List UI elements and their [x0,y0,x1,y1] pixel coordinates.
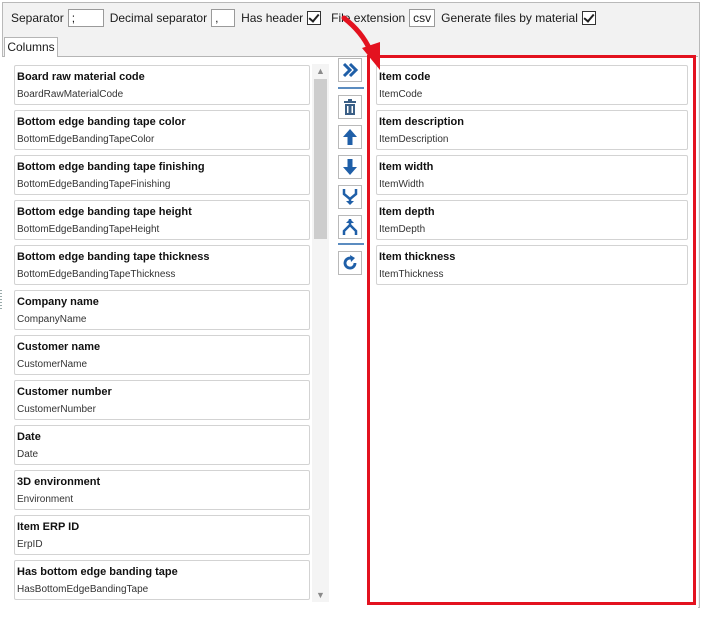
decimal-separator-label: Decimal separator [109,11,208,25]
column-title: Board raw material code [17,71,145,83]
available-column-item[interactable]: Bottom edge banding tape finishing Bottom… [14,155,310,195]
merge-button[interactable] [338,185,362,209]
selected-column-item[interactable]: Item width ItemWidth [376,155,688,195]
actions-separator [338,87,364,89]
available-column-item[interactable]: Bottom edge banding tape color BottomEdge… [14,110,310,150]
column-title: Item thickness [379,251,456,263]
column-title: Item ERP ID [17,521,80,533]
column-field-name: CustomerNumber [17,404,96,415]
column-title: 3D environment [17,476,101,488]
column-field-name: ItemThickness [379,269,444,280]
split-icon [342,219,358,235]
column-field-name: HasBottomEdgeBandingTape [17,584,149,595]
selected-column-item[interactable]: Item description ItemDescription [376,110,688,150]
generate-by-material-checkbox[interactable] [581,11,596,25]
generate-by-material-label: Generate files by material [441,11,578,25]
refresh-icon [343,255,357,270]
available-column-item[interactable]: Bottom edge banding tape height BottomEdg… [14,200,310,240]
scroll-up-icon[interactable]: ▲ [312,64,329,78]
column-field-name: ItemCode [379,89,423,100]
column-title: Item description [379,116,464,128]
available-column-item[interactable]: Date Date [14,425,310,465]
separator-input[interactable] [67,9,104,27]
column-field-name: BottomEdgeBandingTapeThickness [17,269,176,280]
scroll-thumb[interactable] [314,79,327,239]
column-title: Customer number [17,386,112,398]
available-column-item[interactable]: Bottom edge banding tape thickness Bottom… [14,245,310,285]
splitter-grip[interactable] [0,290,2,310]
column-field-name: Date [17,449,39,460]
toolbar: Separator Decimal separator Has header F… [5,5,695,31]
available-column-item[interactable]: Customer name CustomerName [14,335,310,375]
column-title: Bottom edge banding tape color [17,116,186,128]
trash-icon [344,99,356,115]
separator-label: Separator [11,11,64,25]
delete-button[interactable] [338,95,362,119]
column-title: Company name [17,296,99,308]
arrow-up-icon [343,129,357,145]
column-field-name: CompanyName [17,314,87,325]
available-columns-scrollbar[interactable]: ▲ ▼ [312,64,329,602]
available-column-item[interactable]: Company name CompanyName [14,290,310,330]
column-field-name: ErpID [17,539,43,550]
column-field-name: CustomerName [17,359,88,370]
column-field-name: BoardRawMaterialCode [17,89,124,100]
column-field-name: BottomEdgeBandingTapeColor [17,134,155,145]
column-title: Bottom edge banding tape thickness [17,251,210,263]
column-title: Item depth [379,206,435,218]
column-title: Date [17,431,41,443]
available-column-item[interactable]: Item ERP ID ErpID [14,515,310,555]
arrow-down-icon [343,159,357,175]
file-extension-label: File extension [331,11,406,25]
column-field-name: ItemDepth [379,224,426,235]
column-title: Customer name [17,341,101,353]
decimal-separator-input[interactable] [211,9,236,27]
column-field-name: ItemWidth [379,179,425,190]
column-field-name: ItemDescription [379,134,449,145]
selected-column-item[interactable]: Item code ItemCode [376,65,688,105]
file-extension-input[interactable] [409,9,436,27]
column-field-name: Environment [17,494,74,505]
available-columns-list: Board raw material code BoardRawMaterialC… [14,65,310,605]
selected-column-item[interactable]: Item depth ItemDepth [376,200,688,240]
move-down-button[interactable] [338,155,362,179]
column-field-name: BottomEdgeBandingTapeHeight [17,224,160,235]
split-button[interactable] [338,215,362,239]
column-title: Item width [379,161,434,173]
double-chevron-right-icon [342,62,359,78]
move-up-button[interactable] [338,125,362,149]
column-title: Bottom edge banding tape height [17,206,192,218]
available-column-item[interactable]: Has bottom edge banding tape HasBottomEdg… [14,560,310,600]
has-header-label: Has header [241,11,304,25]
scroll-down-icon[interactable]: ▼ [312,588,329,602]
column-title: Item code [379,71,431,83]
column-title: Has bottom edge banding tape [17,566,178,578]
available-column-item[interactable]: 3D environment Environment [14,470,310,510]
merge-icon [342,189,358,205]
refresh-button[interactable] [338,251,362,275]
selected-column-item[interactable]: Item thickness ItemThickness [376,245,688,285]
actions-separator-2 [338,243,364,245]
has-header-checkbox[interactable] [307,11,322,25]
column-title: Bottom edge banding tape finishing [17,161,205,173]
add-all-button[interactable] [338,58,362,82]
available-column-item[interactable]: Customer number CustomerNumber [14,380,310,420]
selected-columns-list: Item code ItemCode Item description ItemDes… [376,65,688,290]
available-column-item[interactable]: Board raw material code BoardRawMaterialC… [14,65,310,105]
column-field-name: BottomEdgeBandingTapeFinishing [17,179,171,190]
tab-columns[interactable]: Columns [4,37,58,57]
